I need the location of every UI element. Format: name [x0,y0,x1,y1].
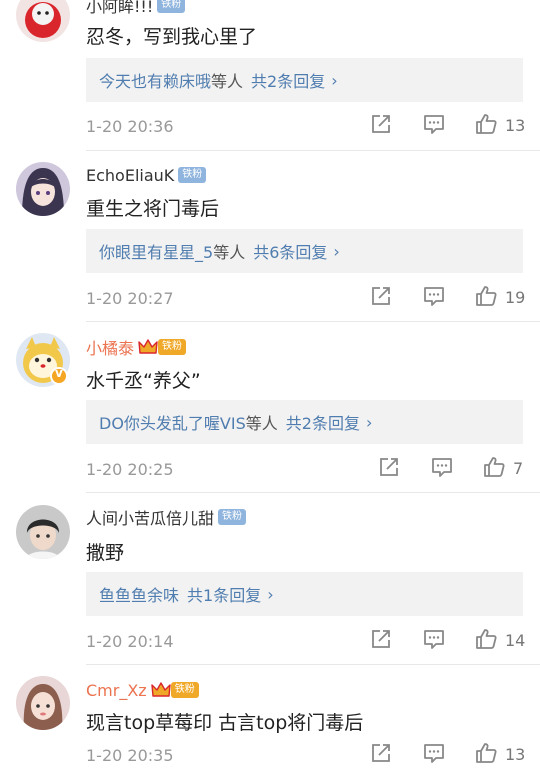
crown-icon [151,682,171,697]
fan-badge: 铁粉 [170,682,199,698]
comment-text: 现言top草莓印 古言top将门毒后 [86,712,364,734]
username-row: 小阿眸!!! 铁粉 [86,0,186,17]
username-row: EchoEliauK 铁粉 [86,164,207,186]
anime-girl-avatar-icon [16,162,70,216]
chevron-right-icon: › [333,241,340,261]
verified-badge-icon [50,366,68,385]
username-row: 小橘泰 铁粉 [86,335,187,359]
reply-preview[interactable]: 你眼里有星星_5 等人 共6条回复 › [86,229,523,273]
comment-text: 撒野 [86,542,125,564]
reply-preview[interactable]: 今天也有赖床哦 等人 共2条回复 › [86,58,523,102]
like-count: 7 [513,459,524,478]
share-icon[interactable] [378,456,400,478]
divider [86,321,540,322]
comment-icon[interactable] [423,742,445,764]
divider [86,664,540,665]
chevron-right-icon: › [365,412,373,432]
reply-others-label: 等人 [213,243,246,262]
divider [86,150,540,151]
avatar[interactable] [16,162,70,216]
comment-icon[interactable] [423,285,445,307]
username-row: 人间小苦瓜倍儿甜 铁粉 [86,505,247,529]
reply-count[interactable]: 共1条回复 [187,582,261,606]
like-count: 19 [505,288,526,307]
avatar[interactable] [16,505,70,559]
share-icon[interactable] [370,628,392,650]
reply-users[interactable]: 今天也有赖床哦 [99,68,211,92]
like-count: 14 [505,631,526,650]
like-icon[interactable] [475,742,497,764]
username[interactable]: 小橘泰 [86,335,134,359]
fan-badge: 铁粉 [157,0,186,13]
like-count: 13 [505,745,526,764]
reply-count[interactable]: 共2条回复 [286,410,360,434]
like-icon[interactable] [475,628,497,650]
like-count: 13 [505,116,526,135]
like-icon[interactable] [483,456,505,478]
girl-portrait-avatar-icon [16,676,70,730]
comment-icon[interactable] [431,456,453,478]
reply-others-label: 等人 [211,72,244,91]
chevron-right-icon: › [267,584,274,604]
avatar[interactable] [16,0,70,42]
fan-badge: 铁粉 [178,167,207,183]
reply-users[interactable]: 鱼鱼鱼余味 [99,582,179,606]
comment-text: 忍冬，写到我心里了 [86,26,258,48]
comment-actions: 13 [0,113,540,143]
reply-count[interactable]: 共2条回复 [251,68,325,92]
share-icon[interactable] [370,285,392,307]
comment-text: 重生之将门毒后 [86,198,220,220]
comment-icon[interactable] [423,113,445,135]
like-icon[interactable] [475,285,497,307]
comment-actions: 14 [0,628,540,658]
reply-others-label: 等人 [245,414,278,433]
fan-badge: 铁粉 [158,339,187,355]
divider [86,492,540,493]
username[interactable]: 小阿眸!!! [86,0,153,17]
fan-badge: 铁粉 [218,509,247,525]
username[interactable]: EchoEliauK [86,166,174,185]
crown-icon [138,339,158,354]
share-icon[interactable] [370,113,392,135]
reply-users[interactable]: 你眼里有星星_5 [99,239,213,263]
reply-preview[interactable]: 鱼鱼鱼余味 共1条回复 › [86,572,523,616]
comment-actions: 7 [0,456,540,486]
reply-count[interactable]: 共6条回复 [253,239,327,263]
share-icon[interactable] [370,742,392,764]
red-plush-avatar-icon [16,0,70,42]
comment-actions: 19 [0,285,540,315]
comment-icon[interactable] [423,628,445,650]
avatar[interactable] [16,676,70,730]
reply-preview[interactable]: DO你头发乱了喔VIS 等人 共2条回复 › [86,400,523,444]
username[interactable]: 人间小苦瓜倍儿甜 [86,505,214,529]
reply-users[interactable]: DO你头发乱了喔VIS [99,410,246,434]
username-row: Cmr_Xz 铁粉 [86,679,199,701]
comment-actions: 13 [0,742,540,772]
username[interactable]: Cmr_Xz [86,681,147,700]
comment-text: 水千丞“养父” [86,370,201,392]
chevron-right-icon: › [331,70,338,90]
boy-portrait-avatar-icon [16,505,70,559]
like-icon[interactable] [475,113,497,135]
